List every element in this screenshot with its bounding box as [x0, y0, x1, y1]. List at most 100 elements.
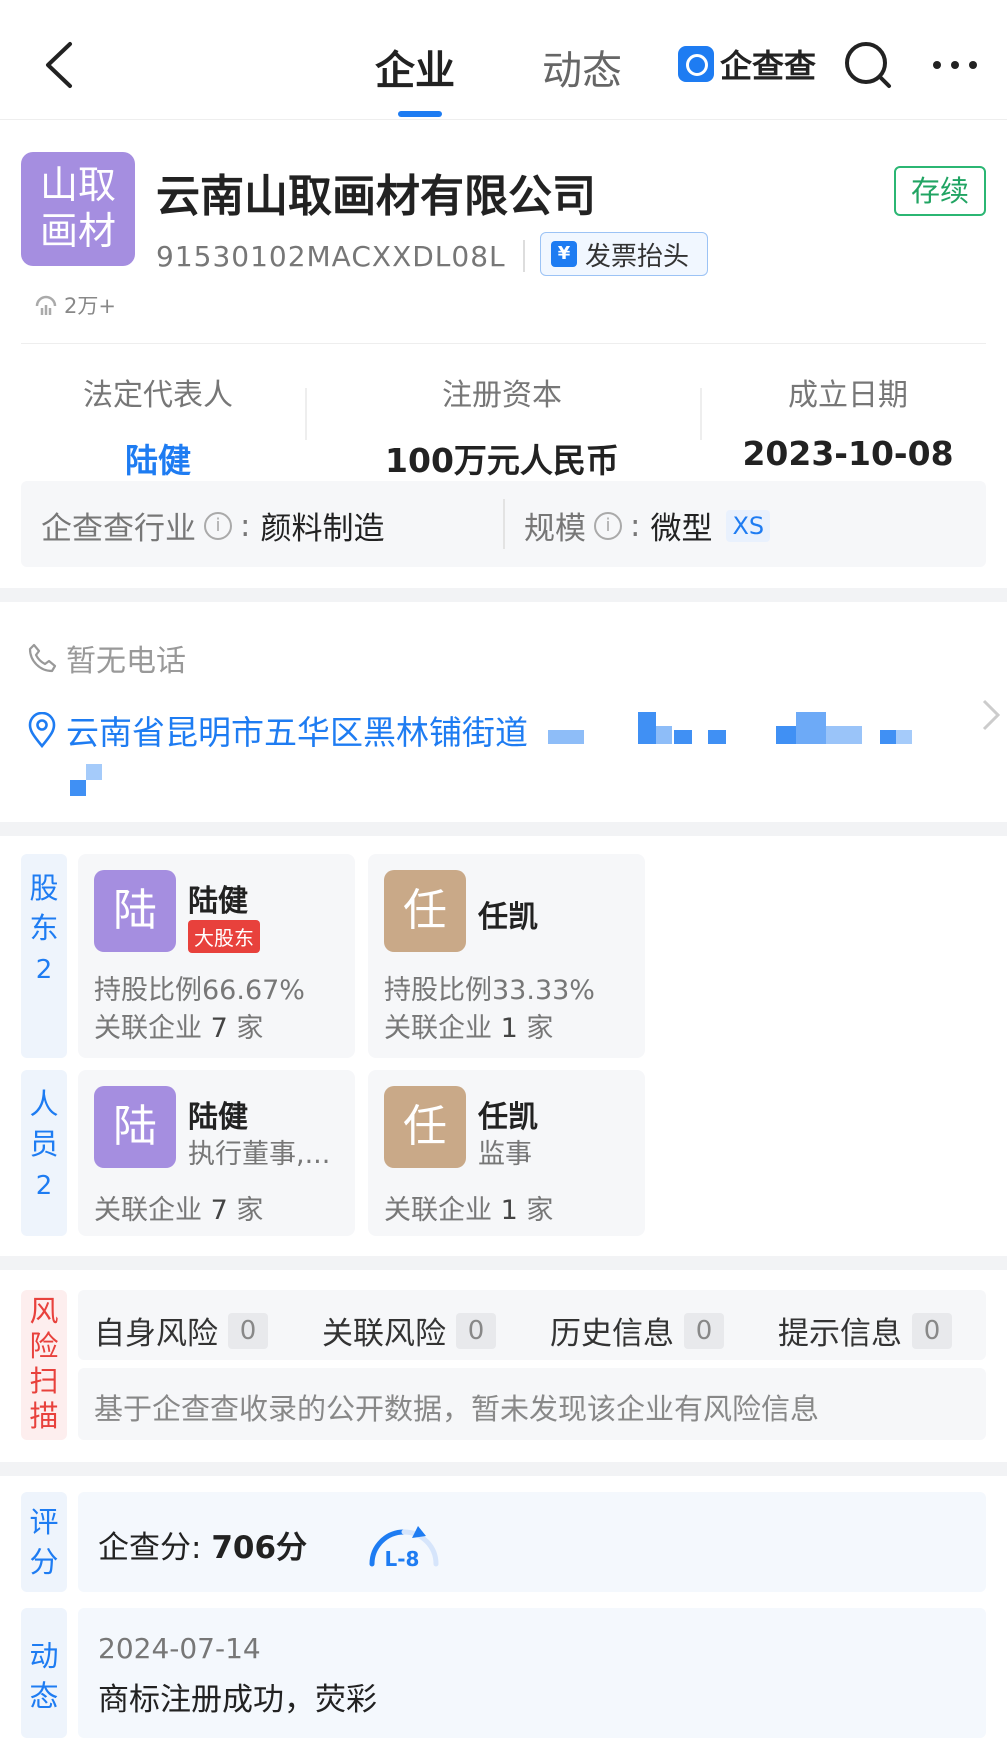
news-tag[interactable]: 动态 [21, 1608, 67, 1738]
score-box[interactable]: 企查分: 706分 L-8 [78, 1492, 986, 1592]
risk-item-self[interactable]: 自身风险 0 [94, 1308, 268, 1353]
heat-icon [35, 295, 57, 315]
related-unit: 家 [526, 1013, 554, 1044]
back-arrow-icon[interactable] [40, 40, 80, 90]
people-tag[interactable]: 人员 2 [21, 1070, 67, 1236]
capital-label: 注册资本 [442, 378, 562, 413]
holding-ratio: 持股比例66.67% [94, 975, 305, 1006]
risk-note: 基于企查查收录的公开数据，暂未发现该企业有风险信息 [78, 1368, 986, 1440]
legal-representative[interactable]: 法定代表人 陆健 [8, 370, 308, 482]
scale-label: 规模 [524, 511, 586, 547]
chevron-right-icon[interactable] [978, 695, 1004, 735]
phone-text: 暂无电话 [66, 644, 186, 679]
capital-value: 100万元人民币 [385, 441, 619, 480]
invoice-label: 发票抬头 [585, 241, 690, 272]
scale-value: 微型 [650, 511, 713, 547]
avatar: 任 [384, 870, 466, 952]
related-count: 7 [210, 1013, 228, 1044]
risk-label: 自身风险 [94, 1316, 218, 1352]
yen-icon: ¥ [551, 241, 577, 267]
divider [503, 499, 505, 549]
brand-logo[interactable]: 企查查 [678, 44, 816, 85]
shareholder-name: 任凯 [478, 900, 538, 935]
section-gap [0, 1256, 1007, 1270]
related-count: 1 [500, 1013, 518, 1044]
invoice-title-button[interactable]: ¥ 发票抬头 [540, 232, 708, 276]
view-count-value: 2万+ [64, 294, 116, 318]
news-box[interactable]: 2024-07-14 商标注册成功，荧彩 [78, 1608, 986, 1738]
shareholder-card[interactable]: 任 任凯 持股比例33.33% 关联企业 1 家 [368, 854, 645, 1058]
section-gap [0, 822, 1007, 836]
industry-item[interactable]: 企查查行业 i : 颜料制造 [41, 503, 384, 548]
person-role: 监事 [478, 1139, 532, 1170]
risk-item-history[interactable]: 历史信息 0 [550, 1308, 724, 1353]
more-icon[interactable] [930, 58, 980, 72]
phone-icon [28, 643, 57, 673]
people-count: 2 [35, 1171, 53, 1201]
section-gap [0, 1462, 1007, 1476]
risk-count: 0 [912, 1312, 952, 1349]
risk-summary: 自身风险 0 关联风险 0 历史信息 0 提示信息 0 [78, 1290, 986, 1360]
divider [523, 240, 525, 272]
view-count: 2万+ [34, 290, 116, 320]
industry-bar: 企查查行业 i : 颜料制造 规模 i : 微型 XS [21, 481, 986, 567]
level-gauge-icon: L-8 [369, 1526, 439, 1571]
top-nav: 企业 动态 企查查 [0, 0, 1007, 120]
tab-company[interactable]: 企业 [375, 38, 455, 96]
founded-date: 成立日期 2023-10-08 [698, 370, 998, 473]
related-companies[interactable]: 关联企业 1 家 [384, 1188, 553, 1227]
address-row[interactable]: 云南省昆明市五华区黑林铺街道 [26, 706, 528, 754]
company-logo-line1: 山取 [39, 163, 116, 207]
shareholder-card[interactable]: 陆 陆健 大股东 持股比例66.67% 关联企业 7 家 [78, 854, 355, 1058]
news-tag-label: 动态 [29, 1639, 59, 1713]
people-tag-label: 人员 [29, 1087, 59, 1161]
legal-rep-value[interactable]: 陆健 [8, 434, 308, 482]
shareholder-name: 陆健 [188, 884, 248, 919]
founded-value: 2023-10-08 [742, 434, 954, 473]
status-badge: 存续 [894, 166, 986, 216]
related-companies[interactable]: 关联企业 1 家 [384, 1006, 553, 1045]
info-icon[interactable]: i [204, 511, 232, 540]
avatar: 陆 [94, 870, 176, 952]
industry-value: 颜料制造 [260, 511, 385, 547]
news-text: 商标注册成功，荧彩 [98, 1682, 377, 1718]
active-tab-indicator [398, 111, 442, 117]
person-name: 任凯 [478, 1100, 538, 1135]
shareholders-tag-label: 股东 [29, 871, 59, 945]
credit-code[interactable]: 91530102MACXXDL08L [156, 240, 506, 273]
related-companies[interactable]: 关联企业 7 家 [94, 1006, 263, 1045]
industry-label: 企查查行业 [41, 511, 196, 547]
company-logo: 山取 画材 [21, 152, 135, 266]
risk-count: 0 [684, 1312, 724, 1349]
risk-label: 历史信息 [550, 1316, 674, 1352]
company-name: 云南山取画材有限公司 [156, 171, 596, 222]
risk-label: 关联风险 [322, 1316, 446, 1352]
person-card[interactable]: 陆 陆健 执行董事,... 关联企业 7 家 [78, 1070, 355, 1236]
related-label: 关联企业 [384, 1013, 492, 1044]
section-gap [0, 588, 1007, 602]
shareholders-tag[interactable]: 股东 2 [21, 854, 67, 1058]
related-label: 关联企业 [94, 1013, 202, 1044]
risk-item-notice[interactable]: 提示信息 0 [778, 1308, 952, 1353]
risk-count: 0 [456, 1312, 496, 1349]
colon: : [630, 507, 641, 544]
registered-capital: 注册资本 100万元人民币 [352, 370, 652, 482]
search-icon[interactable] [843, 40, 893, 90]
related-unit: 家 [236, 1013, 264, 1044]
scale-item[interactable]: 规模 i : 微型 XS [524, 503, 771, 548]
info-icon[interactable]: i [594, 511, 622, 540]
major-shareholder-badge: 大股东 [188, 920, 260, 953]
risk-scan-label: 风险扫描 [29, 1294, 59, 1433]
risk-item-related[interactable]: 关联风险 0 [322, 1308, 496, 1353]
related-companies[interactable]: 关联企业 7 家 [94, 1188, 263, 1227]
risk-scan-tag[interactable]: 风险扫描 [21, 1290, 67, 1440]
related-count: 1 [500, 1195, 518, 1226]
related-count: 7 [210, 1195, 228, 1226]
related-label: 关联企业 [94, 1195, 202, 1226]
risk-count: 0 [228, 1312, 268, 1349]
shareholders-count: 2 [35, 955, 53, 985]
score-tag[interactable]: 评分 [21, 1492, 67, 1592]
person-card[interactable]: 任 任凯 监事 关联企业 1 家 [368, 1070, 645, 1236]
tab-news[interactable]: 动态 [542, 38, 622, 96]
risk-label: 提示信息 [778, 1316, 902, 1352]
